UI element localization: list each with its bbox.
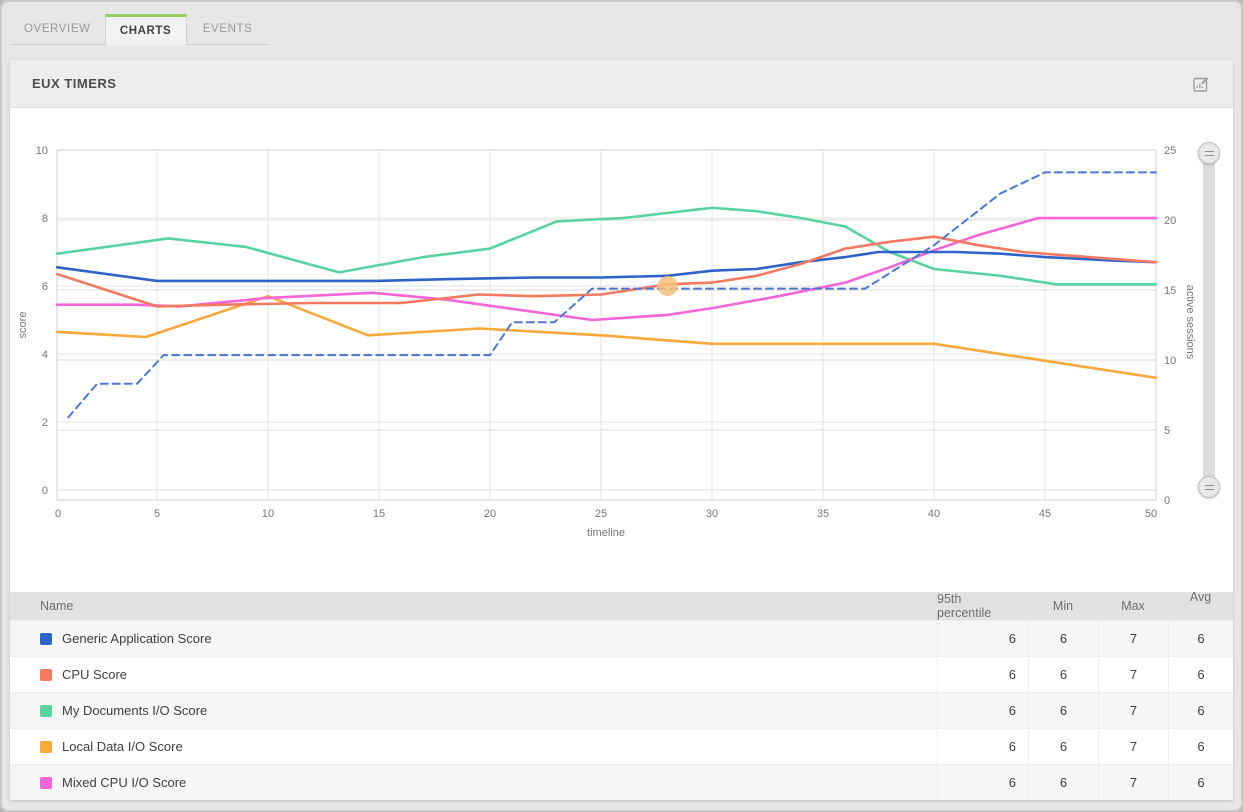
range-slider-top-handle[interactable]: [1198, 142, 1220, 164]
series-name-cell: Local Data I/O Score: [10, 729, 937, 764]
svg-text:2: 2: [42, 417, 48, 429]
series-name-cell: Mixed CPU I/O Score: [10, 765, 937, 800]
series-color-swatch: [40, 705, 52, 717]
svg-text:0: 0: [42, 485, 48, 497]
svg-text:50: 50: [1145, 508, 1157, 520]
svg-text:4: 4: [42, 349, 48, 361]
table-header: Name 95th percentile Min Max Avg: [10, 592, 1233, 620]
cell-min: 6: [1028, 657, 1098, 692]
dashboard-screen: OVERVIEW CHARTS EVENTS EUX TIMERS VSI Ma…: [0, 0, 1243, 812]
eux-timers-chart[interactable]: 0 2 4 6 8 10 0 5 10 15 20 25 0 5 10 15 20 25 30 35 40 45 50 tim…: [0, 108, 1243, 548]
series-line-generic-application-score: [57, 252, 1156, 281]
series-name-cell: My Documents I/O Score: [10, 693, 937, 728]
svg-text:active sessions: active sessions: [1184, 285, 1196, 360]
series-name: Mixed CPU I/O Score: [62, 775, 186, 790]
table-row[interactable]: My Documents I/O Score6676: [10, 692, 1233, 728]
series-name-cell: Generic Application Score: [10, 621, 937, 656]
cell-min: 6: [1028, 693, 1098, 728]
series-name: Local Data I/O Score: [62, 739, 183, 754]
svg-text:score: score: [17, 312, 29, 339]
cell-95th-percentile: 6: [937, 657, 1028, 692]
grip-icon: [1205, 485, 1214, 490]
tab-charts[interactable]: CHARTS: [105, 14, 187, 45]
metrics-table: Name 95th percentile Min Max Avg Generic…: [10, 592, 1233, 800]
series-name-cell: CPU Score: [10, 657, 937, 692]
cell-95th-percentile: 6: [937, 765, 1028, 800]
edit-chart-icon: [1191, 74, 1211, 97]
svg-text:20: 20: [484, 508, 496, 520]
cell-max: 7: [1098, 621, 1168, 656]
series-line-active-sessions: [68, 172, 1156, 417]
cell-max: 7: [1098, 657, 1168, 692]
grip-icon: [1205, 151, 1214, 156]
svg-text:10: 10: [262, 508, 274, 520]
svg-text:5: 5: [154, 508, 160, 520]
series-line-cpu-score: [57, 237, 1156, 307]
svg-text:10: 10: [1164, 355, 1176, 367]
series-name: Generic Application Score: [62, 631, 212, 646]
table-row[interactable]: Generic Application Score6676: [10, 620, 1233, 656]
panel-header: EUX TIMERS: [10, 60, 1233, 108]
table-row[interactable]: Local Data I/O Score6676: [10, 728, 1233, 764]
cell-avg: 6: [1168, 657, 1233, 692]
cell-95th-percentile: 6: [937, 693, 1028, 728]
cell-min: 6: [1028, 621, 1098, 656]
right-axis-range-slider-track[interactable]: [1203, 146, 1215, 496]
svg-text:20: 20: [1164, 215, 1176, 227]
cell-avg: 6: [1168, 765, 1233, 800]
series-color-swatch: [40, 777, 52, 789]
col-max: Max: [1098, 592, 1168, 620]
range-slider-bottom-handle[interactable]: [1198, 476, 1220, 498]
svg-text:6: 6: [42, 281, 48, 293]
svg-text:25: 25: [1164, 145, 1176, 157]
svg-text:30: 30: [706, 508, 718, 520]
cell-max: 7: [1098, 693, 1168, 728]
panel-title: EUX TIMERS: [32, 76, 116, 91]
series-name: My Documents I/O Score: [62, 703, 207, 718]
cell-min: 6: [1028, 729, 1098, 764]
cell-avg: 6: [1168, 693, 1233, 728]
cell-max: 7: [1098, 765, 1168, 800]
vsi-max-point[interactable]: [658, 276, 678, 296]
svg-text:25: 25: [595, 508, 607, 520]
svg-text:40: 40: [928, 508, 940, 520]
col-avg: Avg: [1168, 583, 1233, 611]
svg-text:5: 5: [1164, 425, 1170, 437]
svg-text:0: 0: [1164, 495, 1170, 507]
svg-text:15: 15: [1164, 285, 1176, 297]
cell-min: 6: [1028, 765, 1098, 800]
svg-text:45: 45: [1039, 508, 1051, 520]
svg-text:timeline: timeline: [587, 527, 625, 539]
tab-events[interactable]: EVENTS: [187, 14, 269, 45]
col-name: Name: [10, 592, 937, 620]
tab-bar: OVERVIEW CHARTS EVENTS: [10, 14, 269, 45]
col-min: Min: [1028, 592, 1098, 620]
tab-overview[interactable]: OVERVIEW: [10, 14, 105, 45]
cell-95th-percentile: 6: [937, 729, 1028, 764]
series-line-local-data-i-o-score: [57, 296, 1156, 378]
table-row[interactable]: CPU Score6676: [10, 656, 1233, 692]
svg-text:15: 15: [373, 508, 385, 520]
col-95th-percentile: 95th percentile: [937, 592, 1028, 620]
table-body: Generic Application Score6676CPU Score66…: [10, 620, 1233, 800]
cell-avg: 6: [1168, 729, 1233, 764]
svg-text:8: 8: [42, 213, 48, 225]
svg-text:10: 10: [36, 145, 48, 157]
series-name: CPU Score: [62, 667, 127, 682]
cell-max: 7: [1098, 729, 1168, 764]
series-color-swatch: [40, 633, 52, 645]
cell-95th-percentile: 6: [937, 621, 1028, 656]
svg-text:0: 0: [55, 508, 61, 520]
series-color-swatch: [40, 741, 52, 753]
svg-text:35: 35: [817, 508, 829, 520]
cell-avg: 6: [1168, 621, 1233, 656]
table-row[interactable]: Mixed CPU I/O Score6676: [10, 764, 1233, 800]
edit-chart-button[interactable]: [1189, 73, 1213, 97]
series-color-swatch: [40, 669, 52, 681]
